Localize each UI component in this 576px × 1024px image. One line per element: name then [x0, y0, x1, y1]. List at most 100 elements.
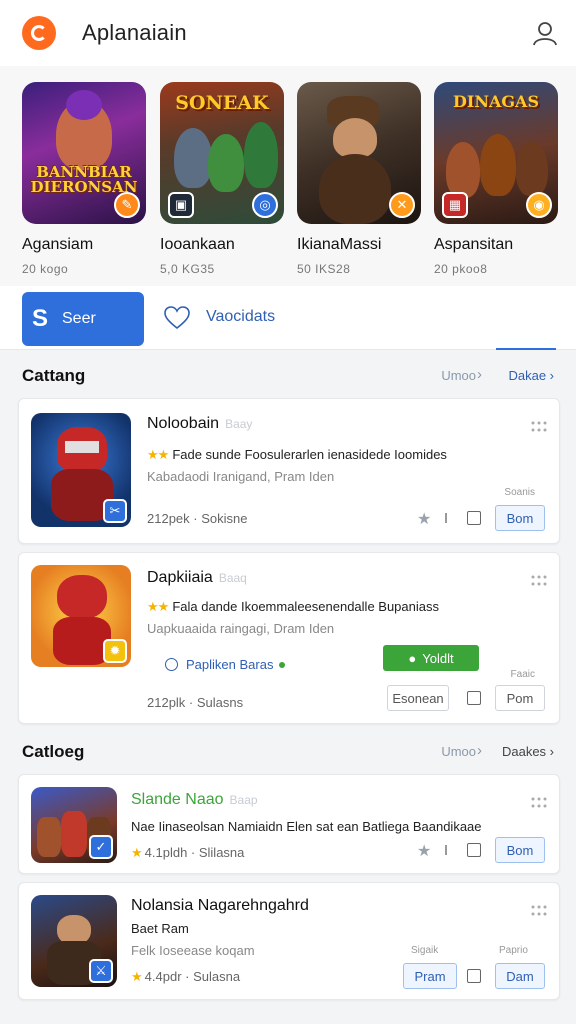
game-description: Baet Ram — [131, 921, 189, 936]
game-thumbnail: ✂ — [31, 413, 131, 527]
section-more-link[interactable]: Umoo — [441, 368, 476, 383]
game-meta: 20 kogo — [22, 262, 69, 276]
game-list-card[interactable]: ✹ Dapkiiaia Baaq ★★ Fala dande Ikoemmalees… — [18, 552, 560, 724]
star-icon[interactable]: ★ — [417, 509, 431, 529]
gift-icon: ▦ — [442, 192, 468, 218]
section-header: Cattang Umoo › Dakae › — [0, 352, 576, 398]
game-cover-image: SONEAK ▣ ◎ — [160, 82, 284, 224]
app-title: Aplanaiain — [82, 20, 187, 45]
game-name: Iooankaan — [160, 236, 235, 253]
button-caption: Paprio — [499, 945, 528, 956]
gamepad-icon: ▣ — [168, 192, 194, 218]
game-title: Dapkiiaia Baaq — [147, 569, 247, 586]
button-caption: Faaic — [510, 669, 535, 680]
star-icon: ★ — [131, 969, 143, 984]
section-title: Catloeg — [22, 742, 85, 761]
user-profile-icon[interactable] — [532, 20, 558, 46]
game-title: Noloobain Baay — [147, 415, 253, 432]
share-icon[interactable] — [467, 691, 481, 705]
game-thumbnail: ⚔ — [31, 895, 117, 987]
game-thumbnail: ✹ — [31, 565, 131, 667]
game-description: ★★ Fade sunde Foosulerarlen ienasidede Io… — [147, 447, 447, 462]
game-description: Nae Iinaseolsan Namiaidn Elen sat ean Ba… — [131, 819, 482, 834]
game-meta: 5,0 KG35 — [160, 262, 215, 276]
install-button[interactable]: Pom — [495, 685, 545, 711]
section-title: Cattang — [22, 366, 86, 385]
app-logo-icon[interactable] — [22, 16, 56, 50]
sword-icon: ⚔ — [89, 959, 113, 983]
game-tags: Kabadaodi Iranigand, Pram Iden — [147, 469, 335, 484]
button-caption: Soanis — [504, 487, 535, 498]
details-button[interactable]: Esonean — [387, 685, 449, 711]
game-cover-image: BANNBIAR DIERONSAN ✎ — [22, 82, 146, 224]
game-tags: Felk Ioseease koqam — [131, 943, 255, 958]
button-caption: Sigaik — [411, 945, 439, 956]
game-stats: 212pek · Sokisne — [147, 511, 248, 526]
play-button[interactable]: ● Yoldlt — [383, 645, 479, 671]
star-icon[interactable]: ★ — [417, 841, 431, 861]
star-icon: ★ — [131, 845, 143, 860]
section-action-link[interactable]: Dakae › — [508, 368, 554, 383]
game-title: Slande Naao Baap — [131, 791, 258, 808]
coin-icon: ◉ — [526, 192, 552, 218]
bookmark-icon[interactable] — [467, 511, 481, 525]
game-description: ★★ Fala dande Ikoemmaleesenendalle Bupani… — [147, 599, 439, 614]
section-more-link[interactable]: Umoo — [441, 744, 476, 759]
heart-icon[interactable] — [164, 306, 190, 330]
game-stats: 212plk · Sulasns — [147, 695, 244, 710]
s-logo-icon: S — [32, 305, 49, 332]
install-button[interactable]: Bom — [495, 505, 545, 531]
game-list-card[interactable]: ⚔ Nolansia Nagarehngahrd Baet Ram Felk I… — [18, 882, 560, 1000]
seer-button[interactable]: S Seer — [22, 292, 144, 346]
chevron-right-icon[interactable]: › — [477, 742, 482, 759]
game-title: Nolansia Nagarehngahrd — [131, 897, 309, 914]
more-options-icon[interactable] — [531, 905, 547, 917]
compass-icon: ◎ — [252, 192, 278, 218]
game-name: Agansiam — [22, 236, 94, 253]
featured-game-card[interactable]: BANNBIAR DIERONSAN ✎ Agansiam 20 kogo — [22, 82, 146, 276]
divider — [445, 845, 447, 855]
game-name: Aspansitan — [434, 236, 514, 253]
gear-icon: ✹ — [103, 639, 127, 663]
more-options-icon[interactable] — [531, 797, 547, 809]
axe-icon: ✕ — [389, 192, 415, 218]
verified-publisher: Papliken Baras — [165, 657, 286, 672]
game-cover-image: ✕ — [297, 82, 421, 224]
tools-icon: ✂ — [103, 499, 127, 523]
favorites-link[interactable]: Vaocidats — [206, 308, 275, 326]
featured-carousel: BANNBIAR DIERONSAN ✎ Agansiam 20 kogo SO… — [0, 66, 576, 286]
check-icon: ● — [408, 650, 417, 666]
more-options-icon[interactable] — [531, 575, 547, 587]
game-tags: Uapkuaaida raingagi, Dram Iden — [147, 621, 335, 636]
online-dot — [279, 661, 286, 668]
game-meta: 20 pkoo8 — [434, 262, 488, 276]
preview-button[interactable]: Pram — [403, 963, 457, 989]
sword-icon: ✎ — [114, 192, 140, 218]
game-stats: ★ 4.1pldh · Slilasna — [131, 845, 245, 860]
game-thumbnail: ✓ — [31, 787, 117, 863]
more-options-icon[interactable] — [531, 421, 547, 433]
featured-game-card[interactable]: ✕ IkianaMassi 50 IKS28 — [297, 82, 421, 276]
action-bar: S Seer Vaocidats — [0, 286, 576, 350]
wrench-icon: ✓ — [89, 835, 113, 859]
bookmark-icon[interactable] — [467, 969, 481, 983]
app-header: Aplanaiain — [0, 0, 576, 66]
bookmark-icon[interactable] — [467, 843, 481, 857]
game-list-card[interactable]: ✂ Noloobain Baay ★★ Fade sunde Foosulerarl… — [18, 398, 560, 544]
install-button[interactable]: Bom — [495, 837, 545, 863]
verified-icon — [165, 658, 178, 671]
tab-indicator — [496, 348, 556, 350]
featured-game-card[interactable]: DINAGAS ▦ ◉ Aspansitan 20 pkoo8 — [434, 82, 558, 276]
divider — [445, 513, 447, 523]
section-action-link[interactable]: Daakes › — [502, 744, 554, 759]
chevron-right-icon[interactable]: › — [477, 366, 482, 383]
game-cover-image: DINAGAS ▦ ◉ — [434, 82, 558, 224]
featured-game-card[interactable]: SONEAK ▣ ◎ Iooankaan 5,0 KG35 — [160, 82, 284, 276]
rating-stars-icon: ★★ — [147, 599, 169, 614]
install-button[interactable]: Dam — [495, 963, 545, 989]
game-list-card[interactable]: ✓ Slande Naao Baap Nae Iinaseolsan Namiai… — [18, 774, 560, 874]
game-name: IkianaMassi — [297, 236, 382, 253]
game-meta: 50 IKS28 — [297, 262, 351, 276]
rating-stars-icon: ★★ — [147, 447, 169, 462]
section-header: Catloeg Umoo › Daakes › — [0, 728, 576, 774]
